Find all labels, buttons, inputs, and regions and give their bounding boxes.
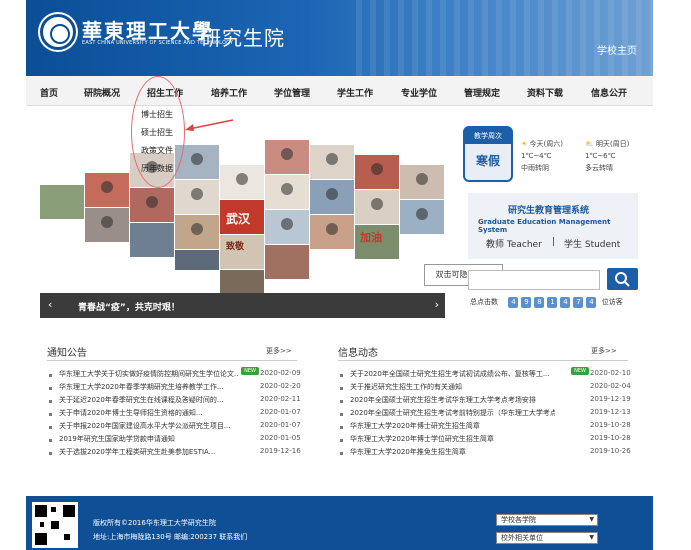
visit-digit: 8 <box>534 297 545 308</box>
weather-today: ☀ 今天(周六) 1℃~4℃ 中雨转阴 <box>521 138 563 174</box>
graduate-school-title: 研究生院 <box>201 26 285 50</box>
colleges-select[interactable]: 学校各学院 ▼ <box>496 514 598 526</box>
visit-counter-label: 总点击数 <box>470 298 498 306</box>
teacher-login-link[interactable]: 教师 Teacher <box>486 237 542 250</box>
nav-student-affairs[interactable]: 学生工作 <box>337 86 373 99</box>
calendar-label: 教学周次 <box>465 128 511 144</box>
admissions-dropdown: 博士招生 硕士招生 政策文件 历年数据 <box>131 106 185 192</box>
gems-subtitle: Graduate Education Management System <box>478 218 611 234</box>
university-logo[interactable] <box>40 14 76 50</box>
collage-text-wuhan: 武汉 <box>226 212 251 226</box>
header-cityscape <box>356 0 653 76</box>
student-login-link[interactable]: 学生 Student <box>564 237 620 250</box>
footer-copyright: 版权所有©2016华东理工大学研究生院 <box>93 519 216 527</box>
nav-overview[interactable]: 研院概况 <box>84 86 120 99</box>
list-item[interactable]: 关于选拔2020学年工程类研究生赴美参加ESTIA... 2019-12-16 <box>47 447 301 460</box>
gems-login-box: 研究生教育管理系统 Graduate Education Management … <box>468 193 638 259</box>
slider-caption-bar: ‹ 青春战“疫”，共克时艰！ › <box>40 293 445 318</box>
sun-icon: ☀ <box>521 140 528 148</box>
weather-tomorrow-label: 明天(周日) <box>595 140 630 148</box>
nav-regulations[interactable]: 管理规定 <box>464 86 500 99</box>
weather-tomorrow-desc: 多云转晴 <box>585 164 613 172</box>
nav-info-disclosure[interactable]: 信息公开 <box>591 86 627 99</box>
visit-digit: 4 <box>586 297 597 308</box>
search-icon <box>615 272 630 287</box>
annotation-arrow-icon <box>185 119 234 131</box>
slider-caption[interactable]: 青春战“疫”，共克时艰！ <box>78 300 180 313</box>
search-button[interactable] <box>607 268 638 290</box>
external-links-select[interactable]: 校外相关单位 ▼ <box>496 532 598 544</box>
list-item[interactable]: 华东理工大学2020年博士学位研究生招生简章 2019-10-28 <box>338 434 631 447</box>
collage-text-salute: 致敬 <box>226 242 245 252</box>
notices-title: 通知公告 <box>47 348 87 359</box>
weather-tomorrow: ⛅ 明天(周日) 1℃~6℃ 多云转晴 <box>585 138 629 174</box>
list-item[interactable]: 2020年全国硕士研究生招生考试华东理工大学考点考场安排 2019-12-19 <box>338 395 631 408</box>
school-home-link[interactable]: 学校主页 <box>597 42 637 57</box>
new-badge: NEW <box>241 367 259 375</box>
list-item[interactable]: 2020年全国硕士研究生招生考试考前特别提示（华东理工大学考点） 2019-12-… <box>338 408 631 421</box>
list-item[interactable]: 华东理工大学2020年推免生招生简章 2019-10-26 <box>338 447 631 460</box>
news-more-link[interactable]: 更多>> <box>591 346 617 356</box>
visit-counter-suffix: 位访客 <box>601 298 623 306</box>
list-item[interactable]: 关于推迟研究生招生工作的有关通知 2020-02-04 <box>338 382 631 395</box>
weather-today-temp: 1℃~4℃ <box>521 152 552 160</box>
visit-digit: 7 <box>573 297 584 308</box>
list-item[interactable]: 关于申报2020年国家建设高水平大学公派研究生项目... 2020-01-07 <box>47 421 301 434</box>
list-item[interactable]: 关于延迟2020年春季研究生在线课程及答疑时间的... 2020-02-11 <box>47 395 301 408</box>
news-list: 关于2020年全国硕士研究生招生考试初试成绩公布、复核等工... NEW 2020-… <box>338 367 631 460</box>
chevron-down-icon: ▼ <box>589 534 594 541</box>
dropdown-doctoral-admissions[interactable]: 博士招生 <box>131 106 185 124</box>
visit-digit: 4 <box>508 297 519 308</box>
list-item[interactable]: 华东理工大学2020年博士研究生招生简章 2019-10-28 <box>338 421 631 434</box>
main-nav: 首页 研院概况 招生工作 培养工作 学位管理 学生工作 专业学位 管理规定 资料… <box>26 76 653 106</box>
teaching-week-calendar: 教学周次 寒假 <box>463 126 513 182</box>
list-item[interactable]: 华东理工大学关于切实做好疫情防控期间研究生学位论文... NEW 2020-02-0… <box>47 367 301 382</box>
list-item[interactable]: 关于申请2020年博士生导师招生资格的通知... 2020-01-07 <box>47 408 301 421</box>
list-item[interactable]: 关于2020年全国硕士研究生招生考试初试成绩公布、复核等工... NEW 2020-… <box>338 367 631 382</box>
notices-list: 华东理工大学关于切实做好疫情防控期间研究生学位论文... NEW 2020-02-0… <box>47 367 301 460</box>
site-footer: 版权所有©2016华东理工大学研究生院 地址:上海市梅陇路130号 邮编:200… <box>26 496 653 550</box>
qr-code <box>32 502 78 548</box>
nav-downloads[interactable]: 资料下载 <box>527 86 563 99</box>
collage-text-jiayou: 加油 <box>360 231 382 244</box>
login-separator: | <box>552 237 556 247</box>
nav-degree[interactable]: 学位管理 <box>274 86 310 99</box>
slider-collage[interactable]: 武汉 加油 致敬 <box>40 135 445 293</box>
visit-digit: 4 <box>560 297 571 308</box>
cloud-sun-icon: ⛅ <box>585 140 594 148</box>
chevron-down-icon: ▼ <box>589 516 594 523</box>
new-badge: NEW <box>571 367 589 375</box>
weather-today-desc: 中雨转阴 <box>521 164 549 172</box>
list-item[interactable]: 2019年研究生国家助学贷款申请通知 2020-01-05 <box>47 434 301 447</box>
weather-tomorrow-temp: 1℃~6℃ <box>585 152 616 160</box>
visit-digit: 9 <box>521 297 532 308</box>
dropdown-master-admissions[interactable]: 硕士招生 <box>131 124 185 142</box>
slider-prev-icon[interactable]: ‹ <box>48 298 52 311</box>
gems-title: 研究生教育管理系统 <box>508 206 590 216</box>
news-divider <box>338 360 628 361</box>
notices-more-link[interactable]: 更多>> <box>266 346 292 356</box>
site-header: 華東理工大學 EAST CHINA UNIVERSITY OF SCIENCE … <box>26 0 653 76</box>
slider-next-icon[interactable]: › <box>435 298 439 311</box>
dropdown-historical-data[interactable]: 历年数据 <box>131 160 185 178</box>
notices-divider <box>47 360 297 361</box>
visit-digit: 1 <box>547 297 558 308</box>
calendar-value: 寒假 <box>475 154 500 168</box>
list-item[interactable]: 华东理工大学2020年春季学期研究生培养教学工作... 2020-02-20 <box>47 382 301 395</box>
dropdown-policy-docs[interactable]: 政策文件 <box>131 142 185 160</box>
weather-today-label: 今天(周六) <box>529 140 563 148</box>
nav-professional-degree[interactable]: 专业学位 <box>401 86 437 99</box>
nav-training[interactable]: 培养工作 <box>211 86 247 99</box>
news-title: 信息动态 <box>338 348 378 359</box>
footer-address: 地址:上海市梅陇路130号 邮编:200237 联系我们 <box>93 533 248 541</box>
search-input[interactable] <box>468 270 600 290</box>
visit-counter: 总点击数 4981474 位访客 <box>470 297 623 308</box>
nav-home[interactable]: 首页 <box>40 86 58 99</box>
